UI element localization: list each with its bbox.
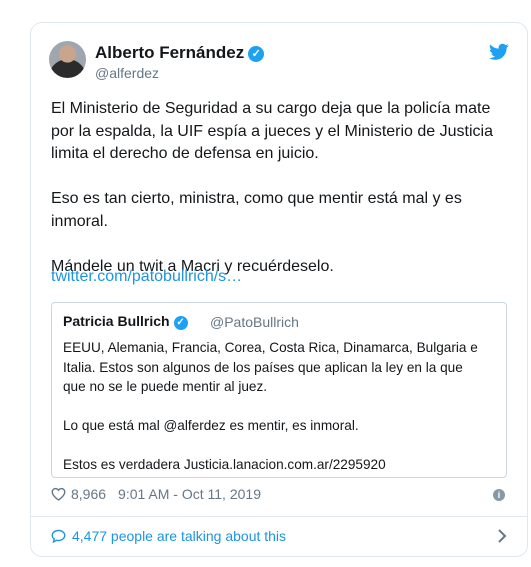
- avatar[interactable]: [49, 41, 86, 78]
- verified-icon: ✓: [248, 46, 265, 62]
- info-icon[interactable]: i: [493, 489, 505, 501]
- author-name-label[interactable]: Alberto Fernández: [95, 43, 244, 62]
- quoted-author-name: Patricia Bullrich ✓: [63, 313, 188, 330]
- tweet-meta: 8,966 9:01 AM - Oct 11, 2019: [51, 486, 261, 502]
- tweet-card: Alberto Fernández ✓ @alferdez El Minister…: [30, 22, 528, 557]
- tweet-link[interactable]: twitter.com/patobullrich/s…: [51, 268, 242, 286]
- talking-link[interactable]: 4,477 people are talking about this: [51, 528, 286, 544]
- quoted-tweet[interactable]: Patricia Bullrich ✓ @PatoBullrich EEUU, A…: [51, 302, 507, 478]
- quoted-tweet-text: EEUU, Alemania, Francia, Corea, Costa Ri…: [63, 340, 478, 472]
- divider: [31, 516, 527, 517]
- comment-bubble-icon: [51, 529, 66, 543]
- like-count[interactable]: 8,966: [71, 486, 106, 502]
- quoted-author-name-label: Patricia Bullrich: [63, 313, 170, 329]
- tweet-text: El Ministerio de Seguridad a su cargo de…: [51, 100, 493, 275]
- twitter-bird-icon[interactable]: [489, 43, 509, 61]
- heart-icon[interactable]: [51, 487, 66, 501]
- author-handle[interactable]: @alferdez: [95, 65, 159, 81]
- chevron-right-icon[interactable]: [497, 529, 507, 543]
- talking-label[interactable]: 4,477 people are talking about this: [72, 528, 286, 544]
- author-name[interactable]: Alberto Fernández ✓: [95, 43, 265, 63]
- timestamp[interactable]: 9:01 AM - Oct 11, 2019: [118, 486, 261, 502]
- verified-icon: ✓: [173, 316, 188, 330]
- quoted-author-handle: @PatoBullrich: [210, 314, 299, 330]
